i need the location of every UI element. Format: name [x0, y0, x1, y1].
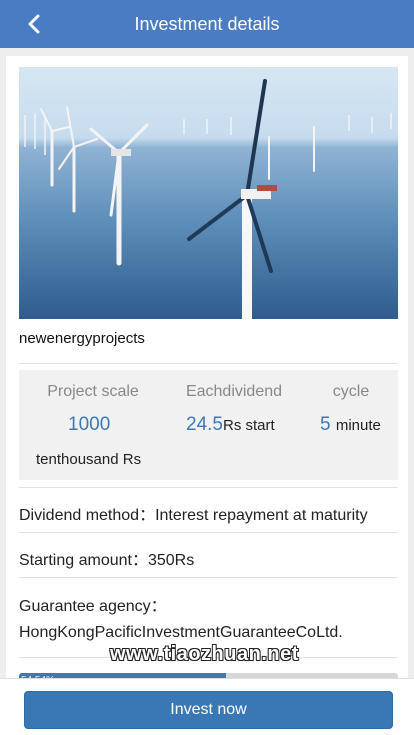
cycle-label: cycle — [332, 383, 370, 400]
dividend-value: 24.5 — [186, 414, 223, 435]
guarantee-value: HongKongPacificInvestmentGuaranteeCoLtd. — [19, 624, 343, 641]
scale-label: Project scale — [47, 383, 139, 400]
cycle-unit: minute — [335, 417, 381, 434]
chevron-left-icon — [28, 14, 40, 34]
scale-value: 1000 — [68, 414, 111, 435]
page-title: Investment details — [134, 13, 280, 34]
divider — [19, 363, 398, 364]
footer-bar: Invest now — [0, 678, 414, 735]
top-bar: Investment details — [0, 0, 414, 48]
project-image — [19, 67, 398, 319]
starting-amount-row: Starting amount：350Rs — [19, 552, 195, 569]
dividend-value-group: 24.5Rs start — [186, 414, 275, 436]
watermark: www.tiaozhuan.net — [110, 643, 299, 665]
guarantee-label: Guarantee agency： — [19, 598, 167, 615]
divider — [19, 487, 398, 488]
dividend-unit: Rs start — [222, 417, 275, 434]
invest-now-button[interactable]: Invest now — [24, 691, 393, 729]
scale-unit: tenthousand Rs — [36, 451, 142, 468]
cycle-value: 5 — [320, 414, 331, 435]
dividend-method-row: Dividend method：Interest repayment at ma… — [19, 507, 368, 524]
dividend-label: Eachdividend — [185, 383, 283, 400]
divider — [19, 532, 398, 533]
detail-card: newenergyprojects Project scale Eachdivi… — [6, 56, 408, 735]
cycle-value-group: 5 minute — [320, 414, 381, 436]
stats-panel: Project scale Eachdividend cycle 1000 24… — [19, 370, 398, 480]
project-name: newenergyprojects — [19, 330, 145, 347]
divider — [19, 577, 398, 578]
back-button[interactable] — [18, 8, 50, 40]
